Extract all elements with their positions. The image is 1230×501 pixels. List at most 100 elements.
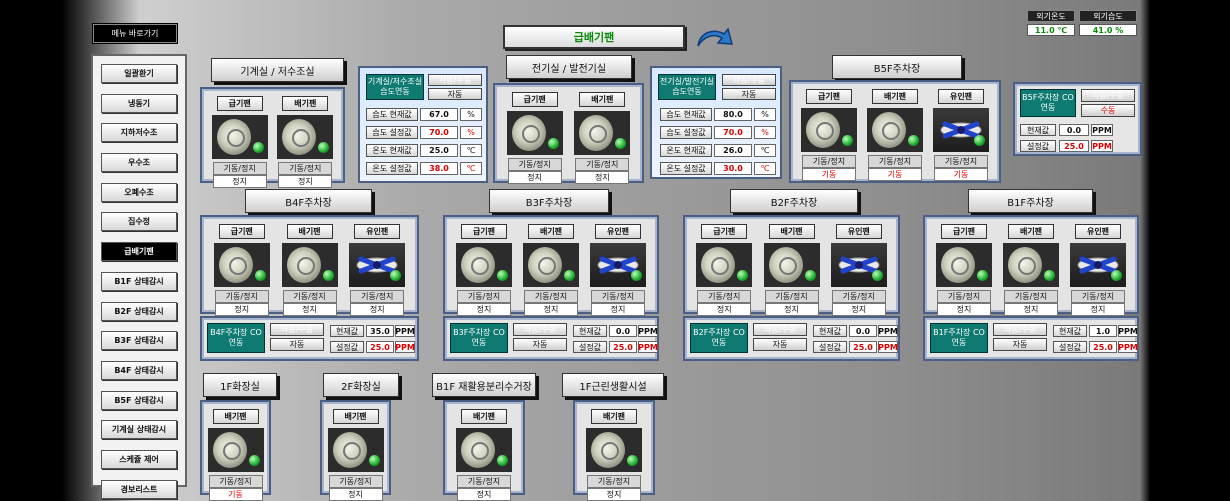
fan-image — [586, 428, 642, 472]
menu-item-machine-room[interactable]: 기계실 상태감시 — [101, 420, 177, 440]
start-stop-button[interactable]: 기동/정지 — [802, 155, 856, 168]
fan-label: 배기팬 — [332, 409, 379, 424]
start-stop-button[interactable]: 기동/정지 — [457, 475, 511, 488]
current-label: 현재값 — [1053, 325, 1087, 337]
start-stop-button[interactable]: 기동/정지 — [934, 155, 988, 168]
start-stop-button[interactable]: 기동/정지 — [1071, 290, 1125, 303]
start-stop-button[interactable]: 기동/정지 — [587, 475, 641, 488]
mode-button[interactable]: 자동 — [753, 338, 807, 351]
fan-unit-exhaust: 배기팬 기동/정지 기동 — [867, 89, 923, 181]
start-stop-button[interactable]: 기동/정지 — [214, 290, 269, 303]
co-title: B4F주차장 CO연동 — [207, 323, 265, 353]
back-arrow-icon[interactable] — [692, 24, 736, 52]
mode-button[interactable]: 자동 — [428, 88, 482, 100]
group-label-elec: 전기실 / 발전기실 — [506, 55, 632, 79]
status-led-icon — [1111, 270, 1122, 281]
start-stop-button[interactable]: 기동/정지 — [697, 290, 752, 303]
fan-unit-induct: 유인팬 기동/정지 정지 — [1070, 224, 1126, 316]
co-panel-b1f: B1F주차장 CO연동 자동/수동 자동 현재값 1.0 PPM 설정값 25.0 PPM — [923, 316, 1139, 361]
menu-item-ilgwal[interactable]: 일괄환기 — [101, 64, 177, 83]
row-value: 67.0 — [420, 108, 458, 121]
fan-state: 정지 — [278, 175, 333, 188]
humidity-row: 습도 현재값 80.0% — [660, 108, 776, 121]
current-value: 0.0 — [1059, 124, 1089, 136]
menu-item-rainwater[interactable]: 우수조 — [101, 153, 177, 173]
fan-unit-induct: 유인팬기동/정지 정지 — [590, 224, 646, 316]
co-title: B1F주차장 CO연동 — [930, 323, 988, 353]
mode-button[interactable]: 자동 — [993, 338, 1047, 351]
fan-unit-exhaust: 배기팬 기동/정지 정지 — [523, 224, 579, 316]
fan-image — [1070, 243, 1126, 287]
mode-label: 자동/수동 — [753, 323, 807, 336]
fan-motor-icon — [941, 247, 975, 283]
fan-image — [506, 111, 563, 155]
start-stop-button[interactable]: 기동/정지 — [868, 155, 922, 168]
start-stop-button[interactable]: 기동/정지 — [457, 290, 511, 303]
status-led-icon — [1044, 270, 1055, 281]
fan-motor-icon — [461, 247, 495, 283]
current-unit: PPM — [878, 325, 898, 337]
menu-item-b3f[interactable]: B3F 상태감시 — [101, 331, 177, 351]
fan-image — [456, 243, 512, 287]
row-value: 25.0 — [420, 144, 458, 157]
menu-item-schedule[interactable]: 스케쥴 제어 — [101, 449, 177, 469]
mode-button[interactable]: 수동 — [1081, 104, 1135, 117]
start-stop-button[interactable]: 기동/정지 — [282, 290, 337, 303]
start-stop-button[interactable]: 기동/정지 — [507, 158, 562, 171]
menu-item-b5f[interactable]: B5F 상태감시 — [101, 390, 177, 410]
fan-unit-exhaust: 배기팬 기동/정지 정지 — [281, 224, 338, 316]
start-stop-button[interactable]: 기동/정지 — [328, 475, 383, 488]
fan-image — [456, 428, 512, 472]
menu-item-sewage[interactable]: 오폐수조 — [101, 182, 177, 202]
start-stop-button[interactable]: 기동/정지 — [278, 162, 333, 175]
set-value: 25.0 — [366, 341, 394, 353]
start-stop-button[interactable]: 기동/정지 — [831, 290, 886, 303]
menu-item-b2f[interactable]: B2F 상태감시 — [101, 301, 177, 321]
start-stop-button[interactable]: 기동/정지 — [937, 290, 991, 303]
fan-state: 기동 — [208, 488, 263, 501]
menu-frame: 일괄환기 냉동기 지하저수조 우수조 오폐수조 집수정 급배기팬 B1F 상태감… — [91, 54, 187, 499]
row-unit: ℃ — [754, 162, 776, 175]
current-value: 0.0 — [849, 325, 877, 337]
fan-state: 정지 — [591, 303, 645, 316]
menu-item-sump[interactable]: 집수정 — [101, 212, 177, 232]
set-value: 25.0 — [1089, 341, 1117, 353]
row-value: 30.0 — [714, 162, 752, 175]
menu-item-chiller[interactable]: 냉동기 — [101, 93, 177, 113]
co-title: B2F주차장 CO연동 — [690, 323, 748, 353]
fan-motor-icon — [768, 247, 803, 283]
start-stop-button[interactable]: 기동/정지 — [212, 162, 267, 175]
start-stop-button[interactable]: 기동/정지 — [575, 158, 630, 171]
outdoor-hum-label: 외기습도 — [1079, 10, 1137, 22]
fan-motor-icon — [528, 247, 562, 283]
fan-image — [281, 243, 338, 287]
fan-label: 유인팬 — [595, 224, 641, 239]
current-label: 현재값 — [573, 325, 607, 337]
mode-button[interactable]: 자동 — [270, 338, 324, 351]
fan-image — [349, 243, 406, 287]
fan-label: 배기팬 — [872, 89, 918, 104]
menu-item-alarm-list[interactable]: 경보리스트 — [101, 479, 177, 499]
menu-item-b4f[interactable]: B4F 상태감시 — [101, 360, 177, 380]
fan-state: 정지 — [524, 303, 578, 316]
fan-label: 급기팬 — [701, 224, 748, 239]
set-label: 설정값 — [330, 341, 364, 353]
fan-label: 급기팬 — [941, 224, 987, 239]
menu-item-b1f[interactable]: B1F 상태감시 — [101, 271, 177, 291]
set-unit: PPM — [1118, 341, 1138, 353]
start-stop-button[interactable]: 기동/정지 — [1004, 290, 1058, 303]
start-stop-button[interactable]: 기동/정지 — [350, 290, 405, 303]
group-label-b3f: B3F주차장 — [489, 189, 609, 213]
start-stop-button[interactable]: 기동/정지 — [208, 475, 263, 488]
start-stop-button[interactable]: 기동/정지 — [764, 290, 819, 303]
fan-state: 기동 — [802, 168, 856, 181]
start-stop-button[interactable]: 기동/정지 — [591, 290, 645, 303]
fan-label: 배기팬 — [1008, 224, 1054, 239]
fan-label: 유인팬 — [938, 89, 984, 104]
mode-button[interactable]: 자동 — [513, 338, 567, 351]
status-led-icon — [737, 270, 749, 281]
start-stop-button[interactable]: 기동/정지 — [524, 290, 578, 303]
mode-button[interactable]: 자동 — [722, 88, 776, 100]
menu-item-supply-exhaust[interactable]: 급배기팬 — [101, 242, 177, 262]
menu-item-underground-tank[interactable]: 지하저수조 — [101, 123, 177, 143]
